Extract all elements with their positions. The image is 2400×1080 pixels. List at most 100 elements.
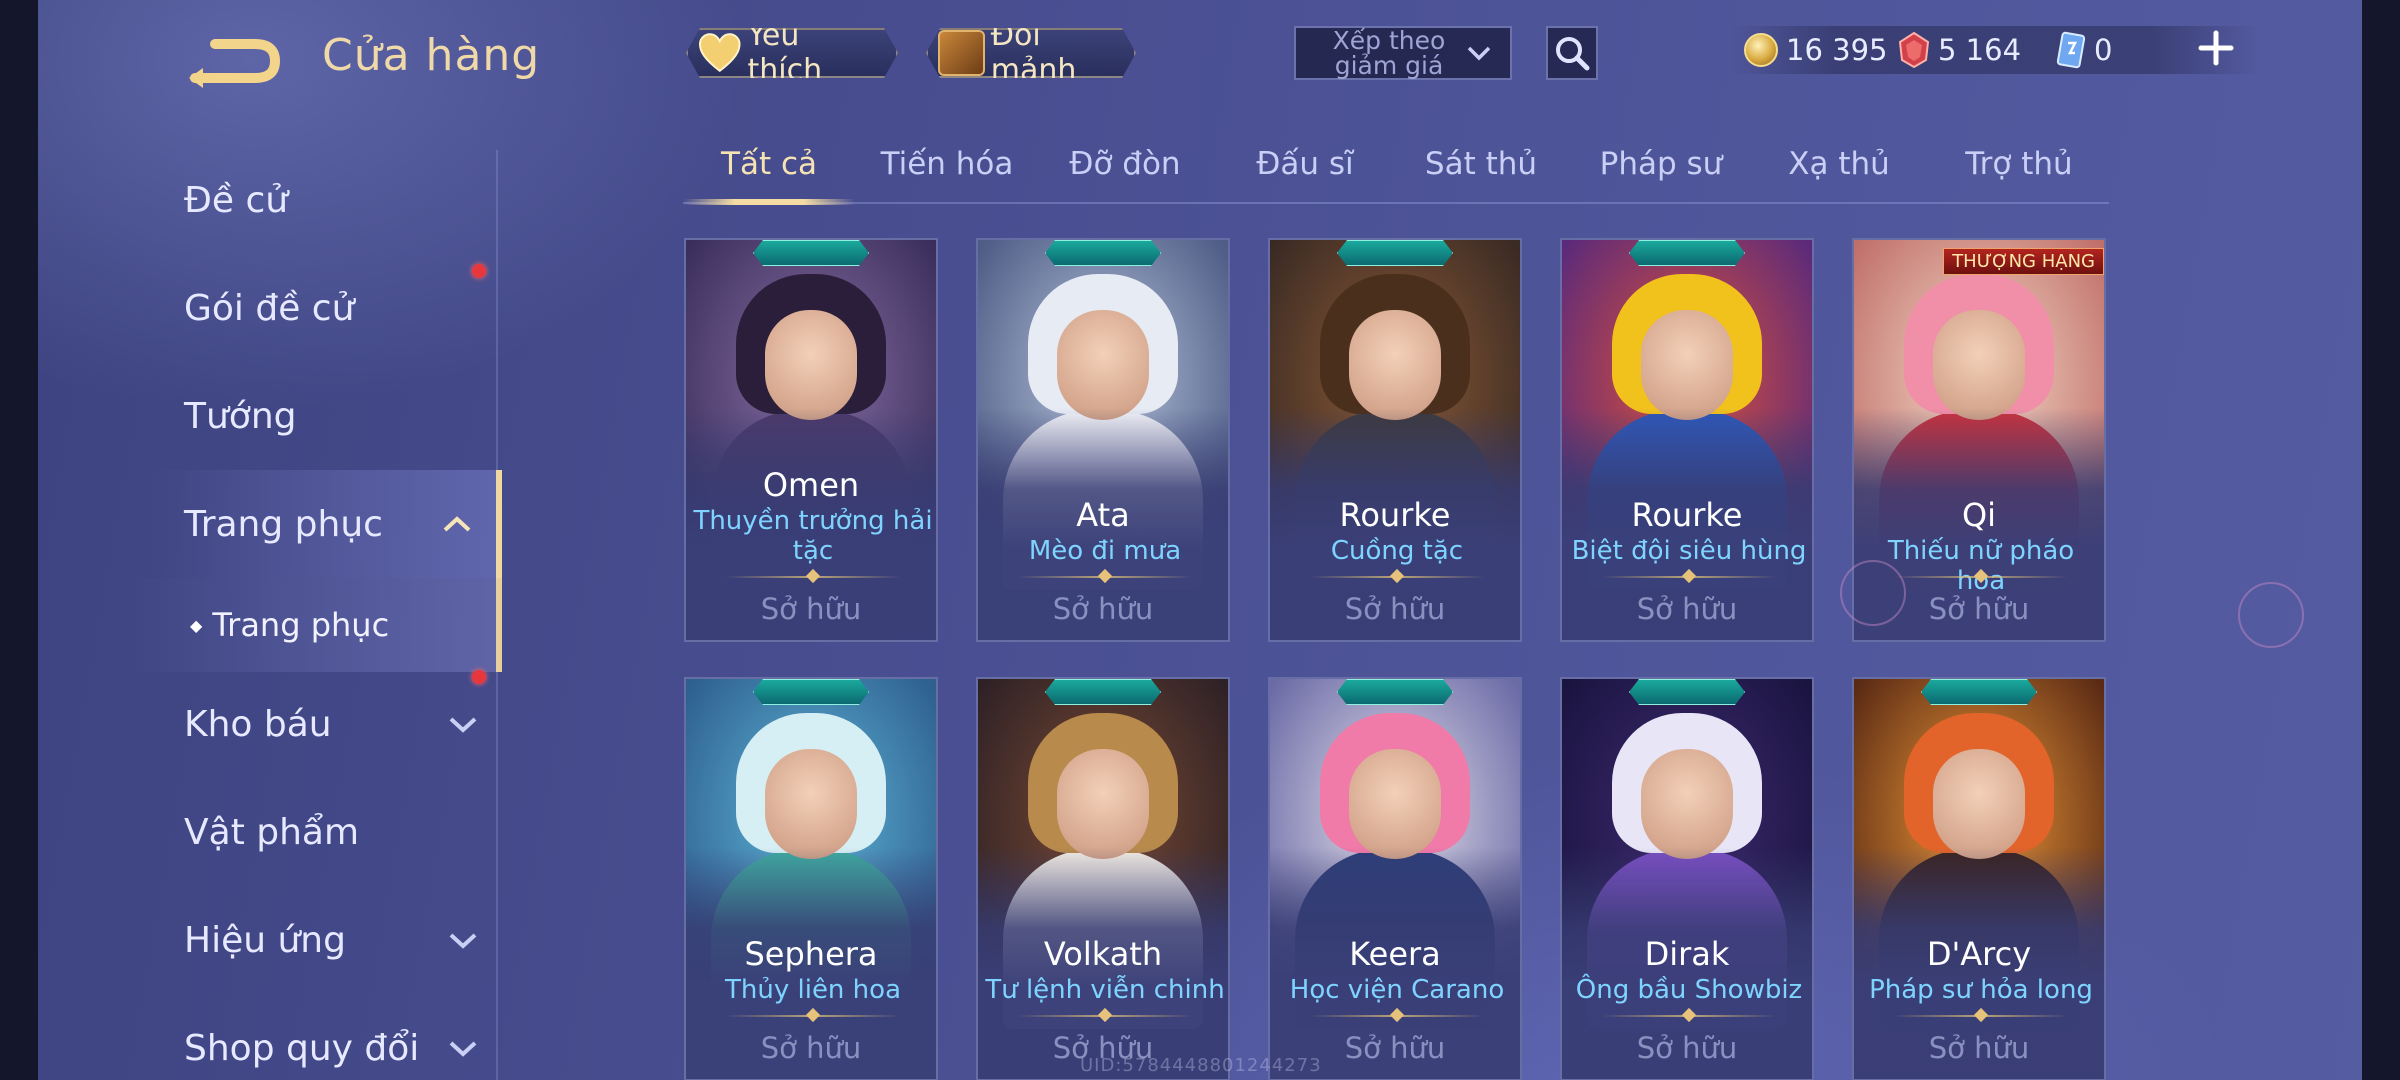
card-amount: 0 [2094, 33, 2113, 67]
skin-name: Thuyền trưởng hải tặc [693, 506, 933, 566]
page-title: Cửa hàng [322, 30, 541, 81]
rank-badge-icon [753, 240, 869, 266]
chevron-down-icon [1467, 46, 1491, 61]
card-divider [1602, 576, 1776, 578]
sidebar-item-hieu-ung[interactable]: Hiệu ứng [0, 886, 502, 994]
category-sidebar: Đề cử Gói đề cử Tướng Trang phục ◆ Trang… [0, 0, 502, 1080]
premium-badge: THƯỢNG HẠNG [1943, 248, 2104, 275]
hero-name: Dirak [1644, 935, 1730, 973]
chevron-down-icon [449, 1041, 477, 1057]
gold-coin-icon [1744, 33, 1778, 67]
card-divider [726, 1015, 900, 1017]
ownership-status: Sở hữu [1052, 592, 1154, 626]
sort-label: Xếp theo giảm giá [1332, 26, 1446, 80]
chevron-down-icon [449, 933, 477, 949]
sidebar-item-tuong[interactable]: Tướng [0, 362, 502, 470]
skin-card[interactable]: Rourke Cuồng tặc Sở hữu [1268, 238, 1522, 642]
tab-tro-thu[interactable]: Trợ thủ [1965, 146, 2072, 182]
sidebar-item-kho-bau[interactable]: Kho báu [0, 670, 502, 778]
card-divider [726, 576, 900, 578]
skin-card[interactable]: Keera Học viện Carano Sở hữu [1268, 677, 1522, 1080]
hero-name: Omen [762, 466, 860, 504]
ownership-status: Sở hữu [1636, 592, 1738, 626]
sidebar-item-label: Đề cử [184, 179, 289, 221]
skin-card[interactable]: Omen Thuyền trưởng hải tặc Sở hữu [684, 238, 938, 642]
sidebar-item-goi-de-cu[interactable]: Gói đề cử [0, 254, 502, 362]
sidebar-item-label: Kho báu [184, 703, 332, 745]
sort-dropdown[interactable]: Xếp theo giảm giá [1294, 26, 1512, 80]
role-tabs: Tất cả Tiến hóa Đỡ đòn Đấu sĩ Sát thủ Ph… [683, 134, 2109, 205]
shard-exchange-button[interactable]: Đổi mảnh [926, 28, 1136, 78]
sidebar-item-de-cu[interactable]: Đề cử [0, 146, 502, 254]
active-tab-underline [683, 199, 855, 205]
skin-name: Ông bầu Showbiz [1575, 975, 1803, 1005]
shard-chest-icon [938, 30, 985, 76]
skin-name: Mèo đi mưa [1028, 536, 1182, 566]
sidebar-subitem-trang-phuc[interactable]: ◆ Trang phục [0, 578, 502, 672]
ownership-status: Sở hữu [760, 1031, 862, 1065]
skin-card[interactable]: Sephera Thủy liên hoa Sở hữu [684, 677, 938, 1080]
sidebar-item-label: Vật phẩm [184, 811, 360, 853]
hero-figure [765, 310, 857, 420]
skin-name: Cuồng tặc [1330, 536, 1464, 566]
shop-screen: Đề cử Gói đề cử Tướng Trang phục ◆ Trang… [0, 0, 2400, 1080]
rank-badge-icon [1337, 240, 1453, 266]
heart-icon [698, 33, 742, 73]
tab-dau-si[interactable]: Đấu sĩ [1256, 146, 1353, 182]
card-divider [1310, 1015, 1484, 1017]
sidebar-item-label: Trang phục [184, 503, 383, 545]
gold-amount: 16 395 [1786, 33, 1888, 67]
card-divider [1602, 1015, 1776, 1017]
skin-card[interactable]: Volkath Tư lệnh viễn chinh Sở hữu [976, 677, 1230, 1080]
add-currency-button[interactable] [2196, 28, 2236, 68]
gold-currency: 16 395 [1744, 28, 1887, 72]
rank-badge-icon [1045, 240, 1161, 266]
ruby-amount: 5 164 [1938, 33, 2022, 67]
hero-figure [765, 749, 857, 859]
ruby-icon [1898, 32, 1930, 68]
skin-card[interactable]: Ata Mèo đi mưa Sở hữu [976, 238, 1230, 642]
sidebar-item-shop-quy-doi[interactable]: Shop quy đổi [0, 994, 502, 1080]
floating-emblem-icon [1840, 560, 1906, 626]
card-divider [1894, 576, 2068, 578]
tab-phap-su[interactable]: Pháp sư [1600, 146, 1723, 182]
tab-sat-thu[interactable]: Sát thủ [1425, 146, 1537, 182]
rank-badge-icon [1921, 679, 2037, 705]
sidebar-item-label: Hiệu ứng [184, 919, 346, 961]
search-button[interactable] [1546, 26, 1598, 80]
tab-tien-hoa[interactable]: Tiến hóa [881, 146, 1014, 182]
skin-card[interactable]: Dirak Ông bầu Showbiz Sở hữu [1560, 677, 1814, 1080]
skin-name: Pháp sư hỏa long [1869, 975, 2093, 1005]
hero-name: Keera [1349, 935, 1441, 973]
screen-edge-right [2362, 0, 2400, 1080]
hero-name: D'Arcy [1926, 935, 2032, 973]
hero-figure [1933, 310, 2025, 420]
hero-figure [1349, 749, 1441, 859]
card-divider [1018, 576, 1192, 578]
tab-tat-ca[interactable]: Tất cả [721, 146, 817, 182]
rank-badge-icon [1629, 679, 1745, 705]
search-icon [1556, 37, 1590, 71]
card-currency: 0 [2056, 28, 2112, 72]
tab-xa-thu[interactable]: Xạ thủ [1788, 146, 1890, 182]
bullet-icon: ◆ [190, 615, 203, 635]
tab-do-don[interactable]: Đỡ đòn [1069, 146, 1180, 182]
favorites-button[interactable]: Yêu thích [686, 28, 898, 78]
skin-card[interactable]: D'Arcy Pháp sư hỏa long Sở hữu [1852, 677, 2106, 1080]
sidebar-item-vat-pham[interactable]: Vật phẩm [0, 778, 502, 886]
notification-dot [472, 670, 486, 684]
notification-dot [472, 264, 486, 278]
hero-figure [1057, 749, 1149, 859]
skin-name: Tư lệnh viễn chinh [985, 975, 1225, 1005]
skin-card[interactable]: Rourke Biệt đội siêu hùng Sở hữu [1560, 238, 1814, 642]
hero-name: Volkath [1043, 935, 1163, 973]
card-divider [1018, 1015, 1192, 1017]
ownership-status: Sở hữu [1928, 1031, 2030, 1065]
skin-name: Thủy liên hoa [725, 975, 901, 1005]
sidebar-subitem-label: Trang phục [212, 606, 390, 644]
sidebar-item-trang-phuc[interactable]: Trang phục [0, 470, 502, 578]
back-button[interactable] [185, 28, 285, 90]
card-divider [1310, 576, 1484, 578]
hero-figure [1933, 749, 2025, 859]
hero-name: Ata [1076, 496, 1130, 534]
